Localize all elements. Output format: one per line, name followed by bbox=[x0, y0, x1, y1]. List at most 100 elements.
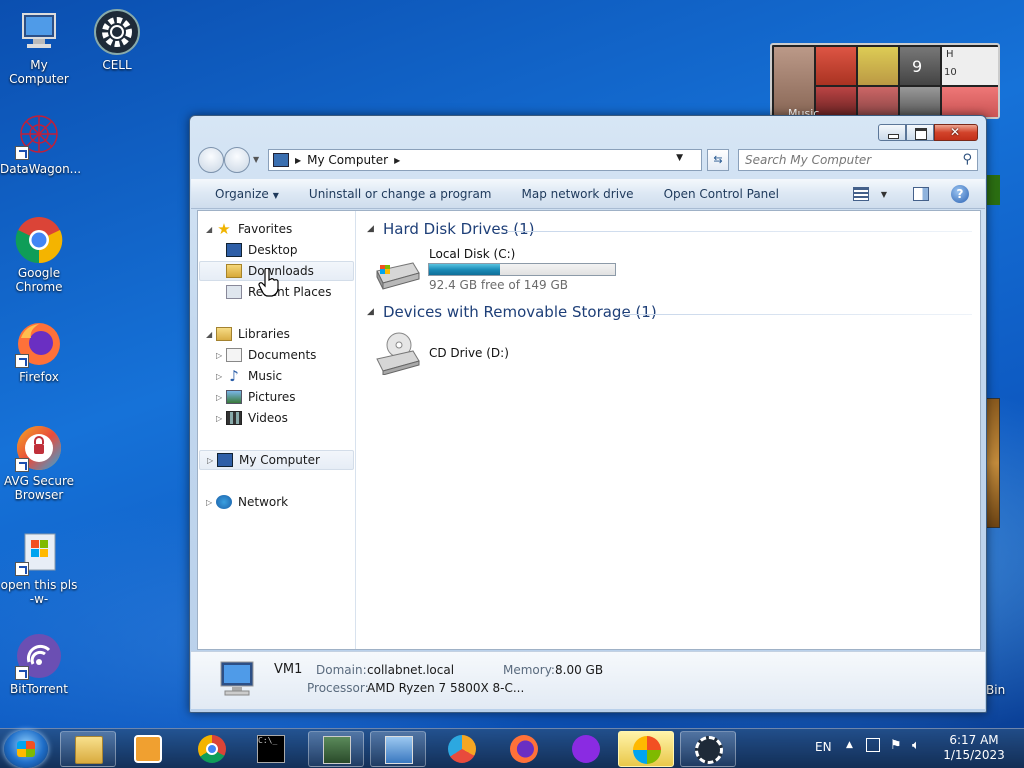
computer-icon bbox=[273, 153, 289, 167]
nav-documents[interactable]: ▷ Documents bbox=[216, 345, 316, 365]
group-header-hard-disk-drives[interactable]: ◢ Hard Disk Drives (1) bbox=[367, 220, 534, 238]
computer-name: VM1 bbox=[274, 662, 303, 677]
taskbar-masked-app[interactable] bbox=[558, 731, 614, 767]
taskbar-avg-browser[interactable] bbox=[434, 731, 490, 767]
back-button[interactable] bbox=[198, 147, 224, 173]
collapse-triangle-icon[interactable]: ◢ bbox=[367, 307, 377, 317]
hard-drive-icon[interactable] bbox=[373, 257, 421, 291]
group-divider bbox=[507, 231, 972, 232]
network-tray-icon[interactable] bbox=[866, 738, 880, 752]
refresh-button[interactable]: ⇆ bbox=[707, 149, 729, 171]
desktop-icon-my-computer[interactable]: My Computer bbox=[0, 8, 78, 86]
system-clock[interactable]: 6:17 AM 1/15/2023 bbox=[934, 733, 1014, 763]
nav-videos[interactable]: ▷ Videos bbox=[216, 408, 288, 428]
cd-drive-icon[interactable] bbox=[373, 331, 421, 376]
nav-libraries[interactable]: ◢ Libraries bbox=[206, 324, 290, 344]
close-button[interactable] bbox=[934, 124, 978, 141]
minimize-button[interactable] bbox=[878, 124, 906, 141]
taskbar-control-panel[interactable] bbox=[370, 731, 426, 767]
hand-cursor-icon bbox=[258, 267, 280, 298]
local-disk-name[interactable]: Local Disk (C:) bbox=[429, 247, 515, 261]
language-indicator[interactable]: EN bbox=[815, 740, 832, 754]
address-dropdown-icon[interactable]: ▼ bbox=[676, 153, 683, 163]
shortcut-arrow-icon bbox=[15, 146, 29, 160]
nav-label: Music bbox=[248, 369, 283, 383]
explorer-body: ◢ ★ Favorites Desktop Downloads Recent P… bbox=[197, 210, 981, 650]
nav-desktop[interactable]: Desktop bbox=[226, 240, 298, 260]
caret-down-icon: ▼ bbox=[272, 190, 279, 200]
maximize-button[interactable] bbox=[906, 124, 934, 141]
collapsed-triangle-icon[interactable]: ▷ bbox=[206, 498, 216, 507]
collapsed-triangle-icon[interactable]: ▷ bbox=[216, 393, 226, 402]
taskbar-media-player[interactable] bbox=[120, 731, 176, 767]
collapsed-triangle-icon[interactable]: ▷ bbox=[216, 414, 226, 423]
nav-music[interactable]: ▷ ♪ Music bbox=[216, 366, 282, 386]
breadcrumb-arrow-icon[interactable]: ▶ bbox=[394, 156, 400, 165]
taskbar-explorer[interactable] bbox=[60, 731, 116, 767]
shortcut-arrow-icon bbox=[15, 666, 29, 680]
taskbar-firefox[interactable] bbox=[496, 731, 552, 767]
taskbar-task-manager[interactable] bbox=[308, 731, 364, 767]
taskbar-command-prompt[interactable]: C:\_ bbox=[243, 731, 299, 767]
help-icon[interactable]: ? bbox=[951, 185, 969, 203]
windows-installer-icon bbox=[633, 736, 661, 764]
forward-button[interactable] bbox=[224, 147, 250, 173]
desktop-gadget[interactable]: Music 9 H 10 bbox=[770, 43, 1000, 120]
collapsed-triangle-icon[interactable]: ▷ bbox=[216, 351, 226, 360]
explorer-window[interactable]: ▼ ▶ My Computer ▶ ▼ ⇆ Search My Computer… bbox=[189, 115, 987, 713]
expanded-triangle-icon[interactable]: ◢ bbox=[206, 330, 216, 339]
nav-pictures[interactable]: ▷ Pictures bbox=[216, 387, 296, 407]
recent-pages-chevron-icon[interactable]: ▼ bbox=[253, 155, 259, 164]
action-center-flag-icon[interactable]: ⚑ bbox=[890, 738, 902, 753]
nav-my-computer[interactable]: ▷ My Computer bbox=[199, 450, 354, 470]
search-input[interactable]: Search My Computer ⚲ bbox=[738, 149, 978, 171]
map-network-drive-button[interactable]: Map network drive bbox=[507, 187, 649, 201]
group-header-removable-storage[interactable]: ◢ Devices with Removable Storage (1) bbox=[367, 303, 657, 321]
more-views-chevron-icon[interactable]: ▼ bbox=[881, 190, 887, 199]
nav-label: Documents bbox=[248, 348, 317, 362]
cd-drive-name[interactable]: CD Drive (D:) bbox=[429, 346, 509, 360]
music-note-icon: ♪ bbox=[229, 367, 239, 385]
preview-pane-icon[interactable] bbox=[913, 187, 929, 201]
desktop-icon-firefox[interactable]: Firefox bbox=[0, 320, 78, 384]
videos-film-icon bbox=[226, 411, 242, 425]
desktop-icon-recycle-bin-partial[interactable]: Bin bbox=[986, 683, 1016, 697]
address-bar[interactable]: ▶ My Computer ▶ ▼ bbox=[268, 149, 702, 171]
show-hidden-icons-chevron-icon[interactable]: ▲ bbox=[846, 740, 853, 750]
desktop-icon-datawagon[interactable]: DataWagon... bbox=[0, 112, 81, 176]
nav-favorites[interactable]: ◢ ★ Favorites bbox=[206, 219, 292, 239]
breadcrumb-my-computer[interactable]: My Computer bbox=[307, 153, 388, 167]
content-pane[interactable]: ◢ Hard Disk Drives (1) Local Disk (C:) 9… bbox=[357, 211, 980, 649]
nav-label: My Computer bbox=[239, 453, 320, 467]
organize-button[interactable]: Organize ▼ bbox=[191, 187, 294, 201]
uninstall-program-button[interactable]: Uninstall or change a program bbox=[294, 187, 507, 201]
desktop-icon-bittorrent[interactable]: BitTorrent bbox=[0, 632, 78, 696]
collapsed-triangle-icon[interactable]: ▷ bbox=[216, 372, 226, 381]
desktop-icon-cell[interactable]: CELL bbox=[78, 8, 156, 72]
gear-icon bbox=[93, 8, 141, 56]
change-view-icon[interactable] bbox=[852, 187, 869, 201]
open-control-panel-button[interactable]: Open Control Panel bbox=[649, 187, 794, 201]
desktop-icon-open-this-pls[interactable]: open this pls -w- bbox=[0, 528, 78, 606]
desktop-icon-label: BitTorrent bbox=[10, 682, 68, 696]
taskbar-installer[interactable] bbox=[618, 731, 674, 767]
datawagon-icon bbox=[15, 112, 63, 160]
breadcrumb-arrow-icon[interactable]: ▶ bbox=[295, 156, 301, 165]
memory-label: Memory: bbox=[503, 663, 555, 677]
processor-label: Processor: bbox=[307, 681, 369, 695]
taskbar-chrome[interactable] bbox=[184, 731, 240, 767]
search-placeholder: Search My Computer bbox=[745, 153, 872, 167]
nav-network[interactable]: ▷ Network bbox=[206, 492, 288, 512]
taskbar-cell[interactable] bbox=[680, 731, 736, 767]
collapse-triangle-icon[interactable]: ◢ bbox=[367, 224, 377, 234]
local-disk-free-space: 92.4 GB free of 149 GB bbox=[429, 278, 568, 292]
command-bar: Organize ▼ Uninstall or change a program … bbox=[191, 179, 985, 209]
desktop-icon-avg-secure-browser[interactable]: AVG Secure Browser bbox=[0, 424, 78, 502]
volume-icon[interactable]: 🔈︎ bbox=[912, 738, 920, 753]
search-icon[interactable]: ⚲ bbox=[962, 152, 972, 167]
gadget-tile bbox=[816, 47, 856, 85]
start-button[interactable] bbox=[4, 730, 48, 768]
collapsed-triangle-icon[interactable]: ▷ bbox=[207, 456, 217, 465]
desktop-icon-google-chrome[interactable]: Google Chrome bbox=[0, 216, 78, 294]
expanded-triangle-icon[interactable]: ◢ bbox=[206, 225, 216, 234]
